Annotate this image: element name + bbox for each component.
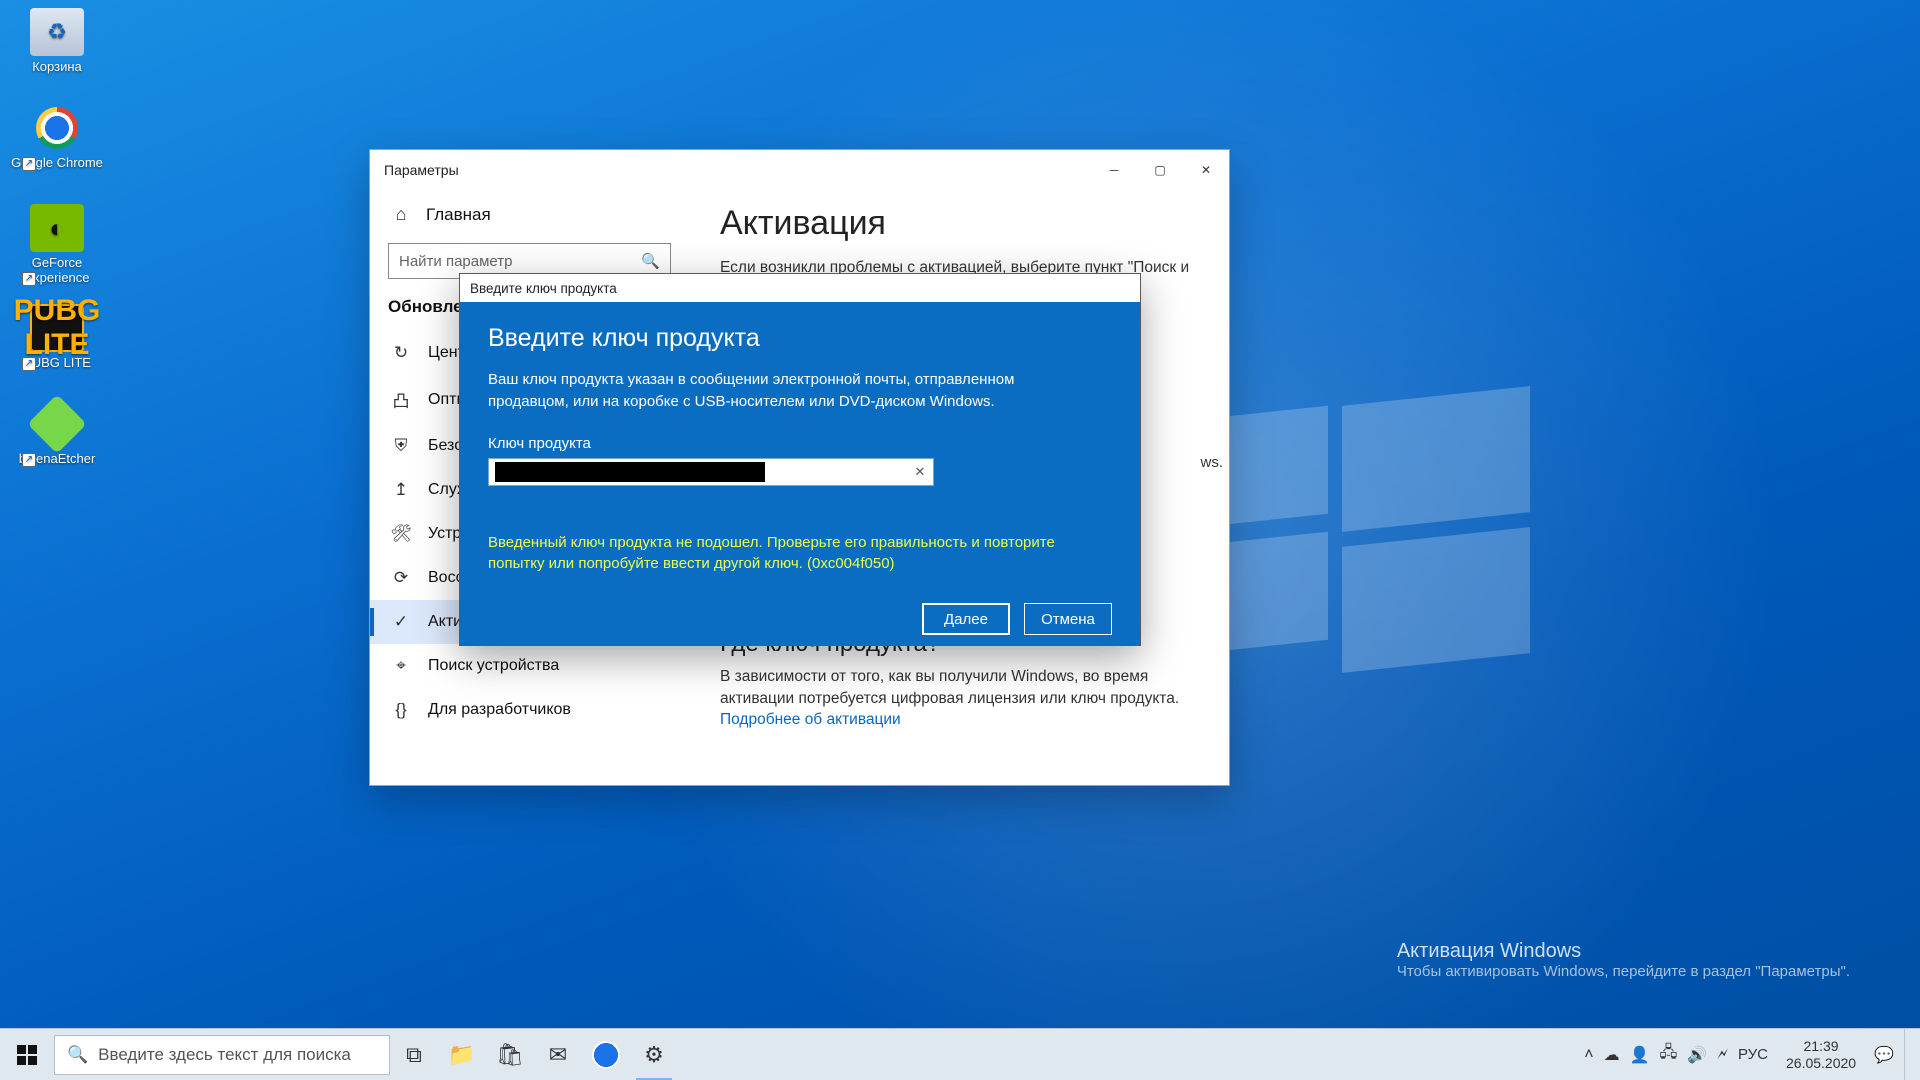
nvidia-icon [30,204,84,252]
shortcut-arrow-icon: ↗ [22,272,36,286]
taskbar-mail[interactable] [534,1029,582,1080]
product-key-dialog: Введите ключ продукта Введите ключ проду… [459,273,1141,646]
error-message: Введенный ключ продукта не подошел. Пров… [488,532,1068,576]
taskbar: 🔍 Введите здесь текст для поиска ⚙ ˄ ☁ 👤… [0,1028,1920,1080]
sidebar-item-find-device[interactable]: ⌖ Поиск устройства [370,644,689,688]
search-placeholder: Найти параметр [399,253,513,270]
activation-watermark: Активация Windows Чтобы активировать Win… [1397,940,1850,980]
sidebar-home-label: Главная [426,205,491,225]
search-placeholder: Введите здесь текст для поиска [98,1045,351,1065]
shortcut-arrow-icon: ↗ [22,157,36,171]
page-title: Активация [720,204,1199,243]
backup-icon: ↥ [390,480,412,500]
wrench-icon: 🛠 [390,524,412,544]
edition-text-fragment: ws. [1201,454,1224,471]
product-key-label: Ключ продукта [488,435,1112,452]
battery-icon[interactable]: 🗲 [1717,1046,1728,1064]
section-paragraph: В зависимости от того, как вы получили W… [720,666,1190,711]
clock-date: 26.05.2020 [1786,1055,1856,1071]
watermark-subtitle: Чтобы активировать Windows, перейдите в … [1397,963,1850,980]
settings-titlebar[interactable]: Параметры ─ ▢ ✕ [370,150,1229,190]
task-view-icon [406,1042,422,1068]
language-indicator[interactable]: РУС [1738,1046,1768,1063]
sidebar-home[interactable]: ⌂ Главная [370,190,689,239]
desktop-icon-chrome[interactable]: ↗ Google Chrome [10,104,104,171]
watermark-title: Активация Windows [1397,940,1850,963]
pubg-icon: PUBGLITE [30,304,84,352]
sidebar-item-label: Для разработчиков [428,701,571,719]
dialog-title: Введите ключ продукта [470,281,617,296]
dialog-titlebar[interactable]: Введите ключ продукта [460,274,1140,302]
desktop-icon-pubg[interactable]: PUBGLITE ↗ PUBG LITE [10,304,104,371]
show-desktop-button[interactable] [1904,1029,1914,1080]
desktop-icon-etcher[interactable]: ↗ balenaEtcher [10,400,104,467]
taskbar-chrome[interactable] [582,1029,630,1080]
sidebar-item-developers[interactable]: {} Для разработчиков [370,688,689,732]
recycle-bin-icon [30,8,84,56]
search-icon: 🔍 [641,252,660,270]
task-view-button[interactable] [390,1029,438,1080]
windows-logo-icon [17,1045,37,1065]
taskbar-search-input[interactable]: 🔍 Введите здесь текст для поиска [54,1035,390,1075]
home-icon: ⌂ [390,204,412,225]
etcher-icon [30,400,84,448]
desktop: Корзина ↗ Google Chrome ↗ GeForce Experi… [0,0,1920,1080]
people-icon[interactable]: 👤 [1630,1045,1650,1065]
locate-icon: ⌖ [390,656,412,676]
taskbar-settings[interactable]: ⚙ [630,1029,678,1080]
next-button[interactable]: Далее [922,603,1010,635]
update-icon: ↻ [390,343,412,363]
maximize-button[interactable]: ▢ [1137,150,1183,190]
mail-icon [549,1042,567,1068]
onedrive-icon[interactable]: ☁ [1604,1045,1620,1065]
settings-title: Параметры [384,162,459,178]
action-center-icon[interactable]: 💬 [1874,1045,1894,1065]
start-button[interactable] [0,1029,54,1080]
taskbar-clock[interactable]: 21:39 26.05.2020 [1778,1038,1864,1070]
system-tray: ˄ ☁ 👤 🖧 🔊 🗲 РУС 21:39 26.05.2020 💬 [1584,1029,1920,1080]
cancel-button[interactable]: Отмена [1024,603,1112,635]
shortcut-arrow-icon: ↗ [22,453,36,467]
network-icon[interactable]: 🖧 [1660,1041,1678,1068]
desktop-icon-label: Корзина [10,60,104,75]
clock-time: 21:39 [1786,1038,1856,1054]
volume-icon[interactable]: 🔊 [1687,1045,1707,1065]
check-icon: ✓ [390,612,412,632]
recovery-icon: ⟳ [390,568,412,588]
product-key-input[interactable]: ✕ [488,458,934,486]
redacted-key-value [495,462,765,482]
dialog-heading: Введите ключ продукта [488,324,1112,353]
minimize-button[interactable]: ─ [1091,150,1137,190]
close-button[interactable]: ✕ [1183,150,1229,190]
shield-icon: ⛨ [390,436,412,456]
code-icon: {} [390,700,412,720]
sidebar-item-label: Поиск устройства [428,657,559,675]
clear-input-icon[interactable]: ✕ [907,459,933,485]
shortcut-arrow-icon: ↗ [22,357,36,371]
gear-icon: ⚙ [644,1042,664,1068]
dialog-description: Ваш ключ продукта указан в сообщении эле… [488,369,1048,413]
taskbar-store[interactable] [486,1029,534,1080]
search-icon: 🔍 [67,1045,88,1065]
chrome-icon [592,1041,620,1069]
tray-chevron-icon[interactable]: ˄ [1584,1046,1593,1064]
chrome-icon [30,104,84,152]
taskbar-explorer[interactable] [438,1029,486,1080]
desktop-icon-geforce[interactable]: ↗ GeForce Experience [10,204,104,286]
store-icon [496,1042,524,1068]
learn-more-link[interactable]: Подробнее об активации [720,711,901,728]
delivery-icon: 凸 [390,387,412,412]
folder-icon [448,1042,475,1068]
desktop-icon-recycle-bin[interactable]: Корзина [10,8,104,75]
